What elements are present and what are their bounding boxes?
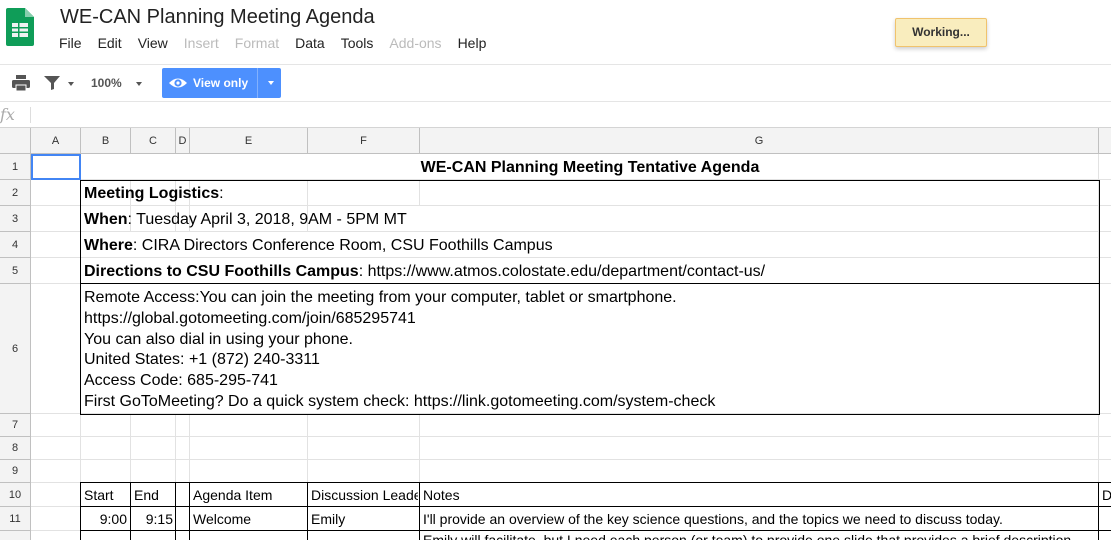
menu-file[interactable]: File (59, 34, 82, 52)
when-line: When: Tuesday April 3, 2018, 9AM - 5PM M… (84, 207, 407, 233)
filter-dropdown-caret-icon[interactable] (68, 82, 74, 86)
logistics-heading: Meeting Logistics: (84, 181, 224, 207)
row-header-6[interactable]: 6 (0, 284, 31, 414)
agenda-row-1-item[interactable]: Welcome (193, 507, 305, 531)
remote-access-block: Remote Access:You can join the meeting f… (84, 288, 715, 413)
remote-line-1: Remote Access:You can join the meeting f… (84, 289, 677, 306)
menu-insert: Insert (183, 35, 219, 51)
agenda-col-border (80, 482, 81, 540)
formula-separator (30, 107, 31, 123)
agenda-col-border (189, 482, 190, 540)
where-label: Where (84, 237, 133, 254)
sheets-logo-icon[interactable] (6, 8, 34, 46)
menu-edit[interactable]: Edit (98, 34, 122, 52)
title-bar: WE-CAN Planning Meeting Agenda File Edit V… (0, 0, 1111, 64)
column-header-g[interactable]: G (420, 128, 1099, 154)
selected-cell-a1[interactable] (31, 154, 81, 180)
row-header-8[interactable]: 8 (0, 437, 31, 460)
menu-data[interactable]: Data (295, 34, 325, 52)
column-header-d[interactable]: D (176, 128, 190, 154)
agenda-header-start[interactable]: Start (84, 483, 128, 507)
agenda-row-1-leader[interactable]: Emily (311, 507, 418, 531)
remote-line-5: Access Code: 685-295-741 (84, 372, 278, 390)
row-header-10[interactable]: 10 (0, 483, 31, 507)
remote-line-6[interactable]: First GoToMeeting? Do a quick system che… (84, 392, 715, 413)
agenda-title: WE-CAN Planning Meeting Tentative Agenda (420, 159, 760, 176)
agenda-header-notes[interactable]: Notes (423, 483, 1093, 507)
row-header-9[interactable]: 9 (0, 460, 31, 483)
remote-line-2[interactable]: https://global.gotomeeting.com/join/6852… (84, 309, 715, 330)
menu-add-ons: Add-ons (389, 35, 442, 51)
row-header-4[interactable]: 4 (0, 232, 31, 258)
menu-bar: File Edit View Insert Format Data Tools Add-ons… (59, 34, 502, 52)
view-only-caret-icon[interactable] (268, 81, 274, 85)
column-header-a[interactable]: A (31, 128, 81, 154)
when-label: When (84, 211, 128, 228)
when-value: : Tuesday April 3, 2018, 9AM - 5PM MT (127, 211, 407, 228)
column-header-f[interactable]: F (308, 128, 420, 154)
row-header-12[interactable] (0, 531, 31, 540)
fx-icon: fx (0, 105, 15, 124)
view-only-button[interactable]: View only (162, 68, 281, 98)
row-header-7[interactable]: 7 (0, 414, 31, 437)
print-icon[interactable] (10, 73, 32, 93)
agenda-col-border (307, 482, 308, 540)
view-only-label: View only (193, 76, 249, 90)
row-header-5[interactable]: 5 (0, 258, 31, 284)
view-only-separator (257, 68, 258, 98)
agenda-row-1-notes[interactable]: I'll provide an overview of the key scie… (423, 507, 1098, 531)
column-header-c[interactable]: C (131, 128, 176, 154)
row-header-1[interactable]: 1 (0, 154, 31, 180)
agenda-header-leader[interactable]: Discussion Leader (311, 483, 418, 507)
toolbar: 100% View only (0, 64, 1111, 102)
row-header-11[interactable]: 11 (0, 507, 31, 531)
document-title[interactable]: WE-CAN Planning Meeting Agenda (60, 6, 375, 29)
agenda-row-1-end[interactable]: 9:15 (131, 507, 173, 531)
gridline (31, 459, 1111, 460)
menu-tools[interactable]: Tools (341, 34, 374, 52)
spreadsheet-grid: A B C D E F G 1 2 3 4 5 6 7 8 9 10 11 WE… (0, 128, 1111, 540)
agenda-row-2-notes-partial[interactable]: Emily will facilitate, but I need each p… (423, 531, 1098, 540)
menu-help[interactable]: Help (458, 34, 487, 52)
column-header-e[interactable]: E (190, 128, 308, 154)
agenda-header-next[interactable]: D (1102, 483, 1111, 507)
remote-line-4: United States: +1 (872) 240-3311 (84, 351, 320, 369)
remote-line-3: You can also dial in using your phone. (84, 330, 353, 348)
where-line: Where: CIRA Directors Conference Room, C… (84, 233, 553, 259)
logistics-suffix: : (219, 185, 224, 202)
agenda-col-border (1098, 482, 1099, 540)
select-all-corner[interactable] (0, 128, 31, 154)
formula-input[interactable] (40, 105, 1100, 125)
eye-icon (169, 78, 187, 88)
status-badge: Working... (895, 18, 987, 47)
directions-label: Directions to CSU Foothills Campus (84, 263, 359, 280)
directions-value[interactable]: : https://www.atmos.colostate.edu/depart… (359, 263, 765, 280)
zoom-select[interactable]: 100% (91, 76, 122, 90)
agenda-row-1-start[interactable]: 9:00 (84, 507, 127, 531)
logistics-label: Meeting Logistics (84, 185, 220, 202)
agenda-col-border (419, 482, 420, 540)
filter-icon[interactable] (42, 73, 64, 93)
row-header-3[interactable]: 3 (0, 206, 31, 232)
gridline (31, 436, 1111, 437)
zoom-dropdown-caret-icon[interactable] (136, 82, 142, 86)
menu-format: Format (234, 35, 280, 51)
where-value: : CIRA Directors Conference Room, CSU Fo… (132, 237, 553, 254)
directions-line: Directions to CSU Foothills Campus: http… (84, 259, 765, 285)
formula-bar: fx (0, 102, 1111, 128)
column-header-b[interactable]: B (81, 128, 131, 154)
agenda-header-end[interactable]: End (134, 483, 174, 507)
column-header-h[interactable] (1099, 128, 1111, 154)
agenda-header-item[interactable]: Agenda Item (193, 483, 305, 507)
menu-view[interactable]: View (138, 34, 168, 52)
row-header-2[interactable]: 2 (0, 180, 31, 206)
agenda-col-border (175, 482, 176, 540)
